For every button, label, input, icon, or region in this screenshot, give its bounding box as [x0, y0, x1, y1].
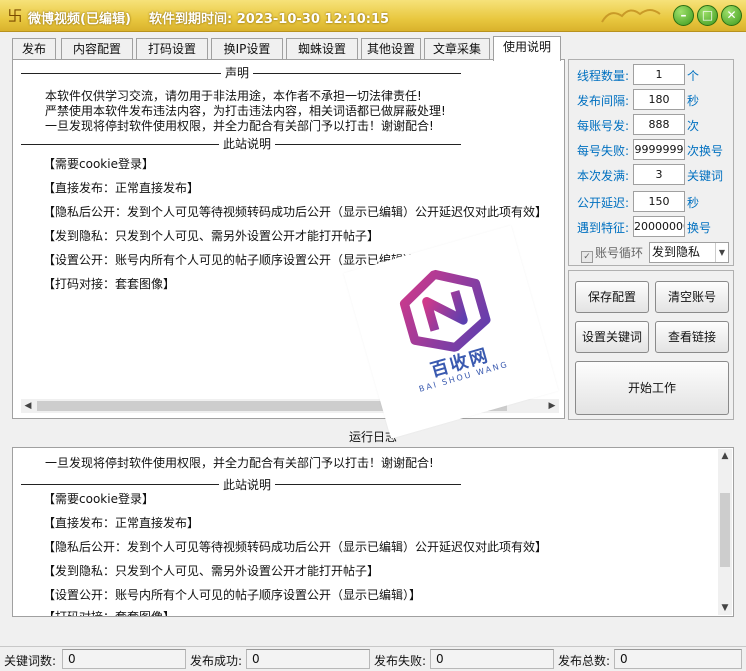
setting-label: 每账号发: — [576, 119, 629, 133]
clear-accounts-button[interactable]: 清空账号 — [655, 281, 729, 313]
scroll-arrow-icon[interactable]: ▶ — [545, 399, 559, 413]
publish-mode-select[interactable]: 发到隐私 ▼ — [649, 242, 729, 263]
public-delay-input[interactable]: 150 — [633, 191, 685, 212]
minimize-icon[interactable]: – — [673, 5, 694, 26]
publish-fail-value: 0 — [430, 649, 554, 669]
account-loop-checkbox[interactable]: ✓ 账号循环 — [581, 244, 643, 263]
log-line: 【直接发布：正常直接发布】 — [43, 516, 200, 530]
tab-article-collect[interactable]: 文章采集 — [424, 38, 490, 60]
list-item: 【发到隐私：只发到个人可见、需另外设置公开才能打开帖子】 — [43, 229, 380, 243]
log-title: 运行日志 — [348, 430, 397, 444]
setting-thread-count: 线程数量: 1 个 — [569, 64, 735, 86]
dropdown-arrow-icon[interactable]: ▼ — [715, 243, 728, 262]
setting-feature-switch: 遇到特征: 20000000 换号 — [569, 216, 735, 238]
setting-batch-full: 本次发满: 3 关键词 — [569, 164, 735, 186]
log-line: 【打码对接：套套图像】 — [43, 608, 175, 616]
app-title: 微博视频(已编辑) — [28, 12, 131, 27]
list-item: 【需要cookie登录】 — [43, 157, 154, 171]
keywords-count-label: 关键词数: — [4, 654, 57, 668]
setting-publish-interval: 发布间隔: 180 秒 — [569, 89, 735, 111]
statement-title: 声明 — [221, 64, 254, 81]
setting-unit: 换号 — [687, 221, 712, 235]
log-vertical-scrollbar[interactable]: ▲ ▼ — [718, 449, 732, 615]
publish-total-value: 0 — [614, 649, 742, 669]
log-site-title: 此站说明 — [219, 476, 276, 493]
tab-spider-settings[interactable]: 蜘蛛设置 — [286, 38, 358, 60]
expiry-label: 软件到期时间: — [149, 12, 233, 27]
scroll-arrow-icon[interactable]: ▼ — [718, 601, 732, 615]
close-icon[interactable]: ✕ — [721, 5, 742, 26]
app-icon[interactable]: 卐 — [6, 7, 24, 25]
scroll-thumb[interactable] — [720, 493, 730, 567]
publish-total-label: 发布总数: — [558, 654, 611, 668]
setting-label: 公开延迟: — [576, 196, 629, 210]
publish-interval-input[interactable]: 180 — [633, 89, 685, 110]
log-text-area[interactable]: 一旦发现将停封软件使用权限，并全力配合有关部门予以打击！谢谢配合! 此站说明 【… — [21, 452, 711, 616]
tab-ip-settings[interactable]: 换IP设置 — [211, 38, 283, 60]
batch-full-input[interactable]: 3 — [633, 164, 685, 185]
log-line: 【发到隐私：只发到个人可见、需另外设置公开才能打开帖子】 — [43, 564, 380, 578]
expiry-value: 2023-10-30 12:10:15 — [236, 12, 390, 27]
account-loop-label: 账号循环 — [595, 246, 644, 260]
list-item: 【设置公开：账号内所有个人可见的帖子顺序设置公开（显示已编辑）】 — [43, 253, 422, 267]
action-panel: 保存配置 清空账号 设置关键词 查看链接 开始工作 — [568, 270, 734, 420]
status-bar: 关键词数: 0 发布成功: 0 发布失败: 0 发布总数: 0 — [0, 646, 746, 671]
tab-captcha-settings[interactable]: 打码设置 — [136, 38, 208, 60]
keywords-count-value: 0 — [62, 649, 186, 669]
per-account-input[interactable]: 888 — [633, 114, 685, 135]
log-line: 一旦发现将停封软件使用权限，并全力配合有关部门予以打击！谢谢配合! — [45, 456, 434, 470]
setting-unit: 个 — [687, 69, 700, 83]
scroll-arrow-icon[interactable]: ◀ — [21, 399, 35, 413]
setting-public-delay: 公开延迟: 150 秒 — [569, 191, 735, 213]
window-title: 微博视频(已编辑) 软件到期时间: 2023-10-30 12:10:15 — [28, 8, 389, 27]
setting-label: 每号失败: — [576, 144, 629, 158]
publish-fail-label: 发布失败: — [374, 654, 427, 668]
setting-fail-limit: 每号失败: 9999999 次换号 — [569, 139, 735, 161]
feature-switch-input[interactable]: 20000000 — [633, 216, 685, 237]
log-line: 【设置公开：账号内所有个人可见的帖子顺序设置公开（显示已编辑）】 — [43, 588, 422, 602]
publish-mode-value: 发到隐私 — [652, 245, 701, 259]
save-config-button[interactable]: 保存配置 — [575, 281, 649, 313]
maximize-icon[interactable]: □ — [697, 5, 718, 26]
setting-label: 发布间隔: — [576, 94, 629, 108]
publish-success-label: 发布成功: — [190, 654, 243, 668]
checkbox-icon[interactable]: ✓ — [581, 251, 593, 263]
setting-label: 线程数量: — [576, 69, 629, 83]
scroll-arrow-icon[interactable]: ▲ — [718, 449, 732, 463]
cloud-ornament-icon — [600, 4, 670, 28]
setting-unit: 关键词 — [687, 169, 724, 183]
tab-publish[interactable]: 发布 — [12, 38, 56, 60]
set-keywords-button[interactable]: 设置关键词 — [575, 321, 649, 353]
statement-line: 一旦发现将停封软件使用权限，并全力配合有关部门予以打击！谢谢配合! — [45, 119, 434, 133]
setting-per-account: 每账号发: 888 次 — [569, 114, 735, 136]
log-line: 【需要cookie登录】 — [43, 492, 154, 506]
setting-unit: 秒 — [687, 196, 700, 210]
run-log[interactable]: 一旦发现将停封软件使用权限，并全力配合有关部门予以打击！谢谢配合! 此站说明 【… — [12, 447, 734, 617]
site-title: 此站说明 — [219, 135, 276, 152]
title-bar: 卐 微博视频(已编辑) 软件到期时间: 2023-10-30 12:10:15 … — [0, 0, 746, 32]
publish-success-value: 0 — [246, 649, 370, 669]
list-item: 【直接发布：正常直接发布】 — [43, 181, 200, 195]
setting-label: 遇到特征: — [576, 221, 629, 235]
list-item: 【隐私后公开：发到个人可见等待视频转码成功后公开（显示已编辑）公开延迟仅对此项有… — [43, 205, 548, 219]
setting-unit: 次 — [687, 119, 700, 133]
setting-label: 本次发满: — [576, 169, 629, 183]
list-item: 【打码对接：套套图像】 — [43, 277, 176, 291]
start-work-button[interactable]: 开始工作 — [575, 361, 729, 415]
setting-unit: 秒 — [687, 94, 700, 108]
log-line: 【隐私后公开：发到个人可见等待视频转码成功后公开（显示已编辑）公开延迟仅对此项有… — [43, 540, 548, 554]
tab-content-config[interactable]: 内容配置 — [61, 38, 133, 60]
thread-count-input[interactable]: 1 — [633, 64, 685, 85]
setting-unit: 次换号 — [687, 144, 724, 158]
view-links-button[interactable]: 查看链接 — [655, 321, 729, 353]
fail-limit-input[interactable]: 9999999 — [633, 139, 685, 160]
settings-panel: 线程数量: 1 个 发布间隔: 180 秒 每账号发: 888 次 每号失败: … — [568, 59, 734, 266]
tab-other-settings[interactable]: 其他设置 — [361, 38, 421, 60]
tab-usage-instructions[interactable]: 使用说明 — [493, 36, 561, 61]
